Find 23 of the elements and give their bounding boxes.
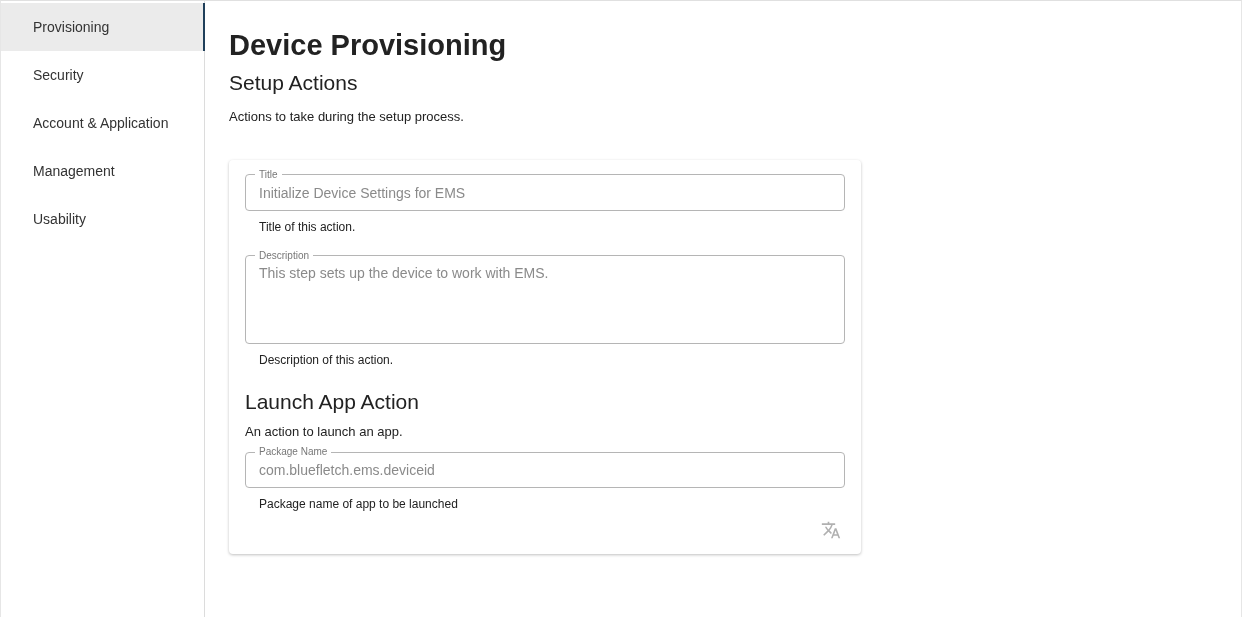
page-title: Device Provisioning xyxy=(229,28,508,63)
helper-text: Description of this action. xyxy=(258,351,395,368)
section-title: Setup Actions xyxy=(229,70,359,96)
text-area[interactable]: This step sets up the device to work with EMS. xyxy=(259,261,831,336)
sidebar-item[interactable]: Provisioning xyxy=(1,3,205,51)
helper-text: Package name of app to be launched xyxy=(258,496,459,512)
text-field[interactable]: Package Name com.bluefletch.ems.deviceid xyxy=(245,446,845,488)
sidebar-item[interactable]: Management xyxy=(1,147,204,195)
sidebar-item[interactable]: Account & Application xyxy=(1,99,204,147)
input-field[interactable]: Initialize Device Settings for EMS xyxy=(259,181,831,210)
sidebar-item[interactable]: Security xyxy=(1,51,204,99)
subsection-title: Launch App Action xyxy=(245,388,420,415)
field-label: Package Name xyxy=(258,446,329,458)
field-label: Description xyxy=(258,249,311,262)
input-field[interactable]: com.bluefletch.ems.deviceid xyxy=(259,459,831,487)
subsection-description: An action to launch an app. xyxy=(245,422,404,441)
helper-text: Title of this action. xyxy=(258,218,357,235)
description-field[interactable]: Description This step sets up the device to work with EMS. xyxy=(245,249,845,344)
sidebar-item[interactable]: Usability xyxy=(1,195,204,243)
section-description: Actions to take during the setup process. xyxy=(229,108,465,126)
translate-icon[interactable] xyxy=(821,520,841,540)
field-label: Title xyxy=(258,168,279,181)
text-field[interactable]: Title Initialize Device Settings for EMS xyxy=(245,168,845,211)
